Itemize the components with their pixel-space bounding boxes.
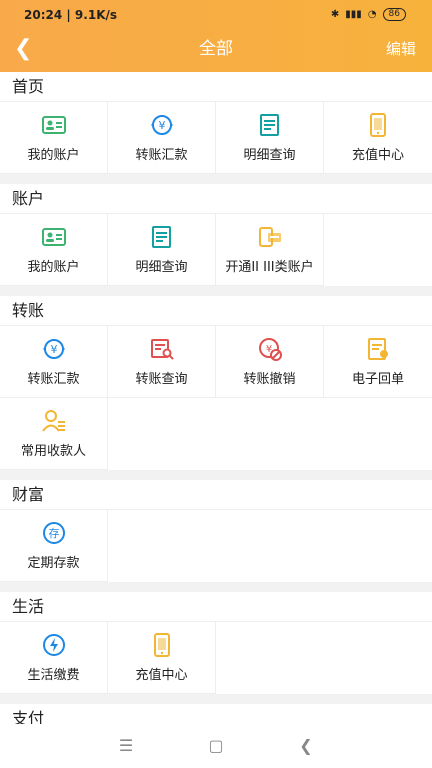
app-header: 20:24 | 9.1K/s ✱ ▮▮▮ ◔ 86 ❮ 全部 编辑 — [0, 0, 432, 72]
svg-text:¥: ¥ — [50, 343, 57, 356]
section-title: 生活 — [0, 592, 432, 622]
transfer-item[interactable]: ¥ 转账汇款 — [0, 326, 108, 398]
page-title: 全部 — [199, 39, 233, 59]
recharge-item[interactable]: 充值中心 — [108, 622, 216, 694]
e-receipt-icon — [368, 338, 388, 360]
detail-list-icon — [151, 226, 171, 248]
detail-query-item[interactable]: 明细查询 — [108, 214, 216, 286]
fixed-deposit-item[interactable]: 存 定期存款 — [0, 510, 108, 582]
wifi-icon: ◔ — [367, 9, 377, 20]
status-icons: ✱ ▮▮▮ ◔ 86 — [331, 8, 406, 21]
section-wealth: 财富 存 定期存款 — [0, 480, 432, 582]
id-card-icon — [41, 116, 66, 134]
transfer-cancel-icon: ¥ — [258, 338, 282, 361]
back-icon[interactable]: ❮ — [296, 736, 316, 756]
deposit-icon: 存 — [42, 522, 65, 544]
menu-icon[interactable]: ☰ — [116, 736, 136, 756]
transfer-yuan-icon: ¥ — [150, 115, 173, 135]
detail-query-item[interactable]: 明细查询 — [216, 102, 324, 174]
open-account-item[interactable]: 开通II III类账户 — [216, 214, 324, 286]
section-title: 转账 — [0, 296, 432, 326]
section-title: 账户 — [0, 184, 432, 214]
section-life: 生活 生活缴费 充值中心 — [0, 592, 432, 694]
section-title: 首页 — [0, 72, 432, 102]
home-icon[interactable]: ▢ — [206, 736, 226, 756]
transfer-query-item[interactable]: 转账查询 — [108, 326, 216, 398]
e-receipt-item[interactable]: 电子回单 — [324, 326, 432, 398]
section-title: 财富 — [0, 480, 432, 510]
section-payment: 支付 — [0, 704, 432, 724]
transfer-yuan-icon: ¥ — [42, 339, 65, 359]
utility-payment-item[interactable]: 生活缴费 — [0, 622, 108, 694]
battery-icon: 86 — [382, 8, 406, 21]
utility-payment-icon — [42, 634, 65, 656]
phone-recharge-icon — [370, 113, 386, 137]
svg-text:¥: ¥ — [158, 119, 165, 132]
section-transfer: 转账 ¥ 转账汇款 转账查询 ¥ 转账撤销 电子回单 常用收款人 — [0, 296, 432, 470]
open-account-icon — [258, 227, 281, 247]
transfer-cancel-item[interactable]: ¥ 转账撤销 — [216, 326, 324, 398]
phone-recharge-icon — [153, 633, 170, 657]
my-account-item[interactable]: 我的账户 — [0, 102, 108, 174]
transfer-item[interactable]: ¥ 转账汇款 — [108, 102, 216, 174]
all-services: 首页 我的账户 ¥ 转账汇款 明细查询 充值中心 账户 我的账户 明细查询 开通… — [0, 72, 432, 724]
recharge-item[interactable]: 充值中心 — [324, 102, 432, 174]
status-time: 20:24 | 9.1K/s — [24, 8, 118, 22]
section-account: 账户 我的账户 明细查询 开通II III类账户 — [0, 184, 432, 286]
svg-text:存: 存 — [48, 526, 59, 540]
section-title: 支付 — [0, 704, 432, 724]
edit-button[interactable]: 编辑 — [386, 36, 416, 62]
bluetooth-icon: ✱ — [330, 9, 340, 20]
status-bar: 20:24 | 9.1K/s ✱ ▮▮▮ ◔ 86 — [0, 6, 432, 26]
my-account-item[interactable]: 我的账户 — [0, 214, 108, 286]
transfer-query-icon — [150, 339, 174, 360]
nav-bar: ❮ 全部 编辑 — [0, 36, 432, 64]
system-nav-bar: ☰ ▢ ❮ — [0, 724, 432, 768]
detail-list-icon — [259, 114, 279, 136]
signal-icon: ▮▮▮ — [345, 9, 362, 20]
id-card-icon — [41, 228, 66, 246]
section-home: 首页 我的账户 ¥ 转账汇款 明细查询 充值中心 — [0, 72, 432, 174]
payee-item[interactable]: 常用收款人 — [0, 398, 108, 470]
payee-icon — [41, 410, 65, 432]
